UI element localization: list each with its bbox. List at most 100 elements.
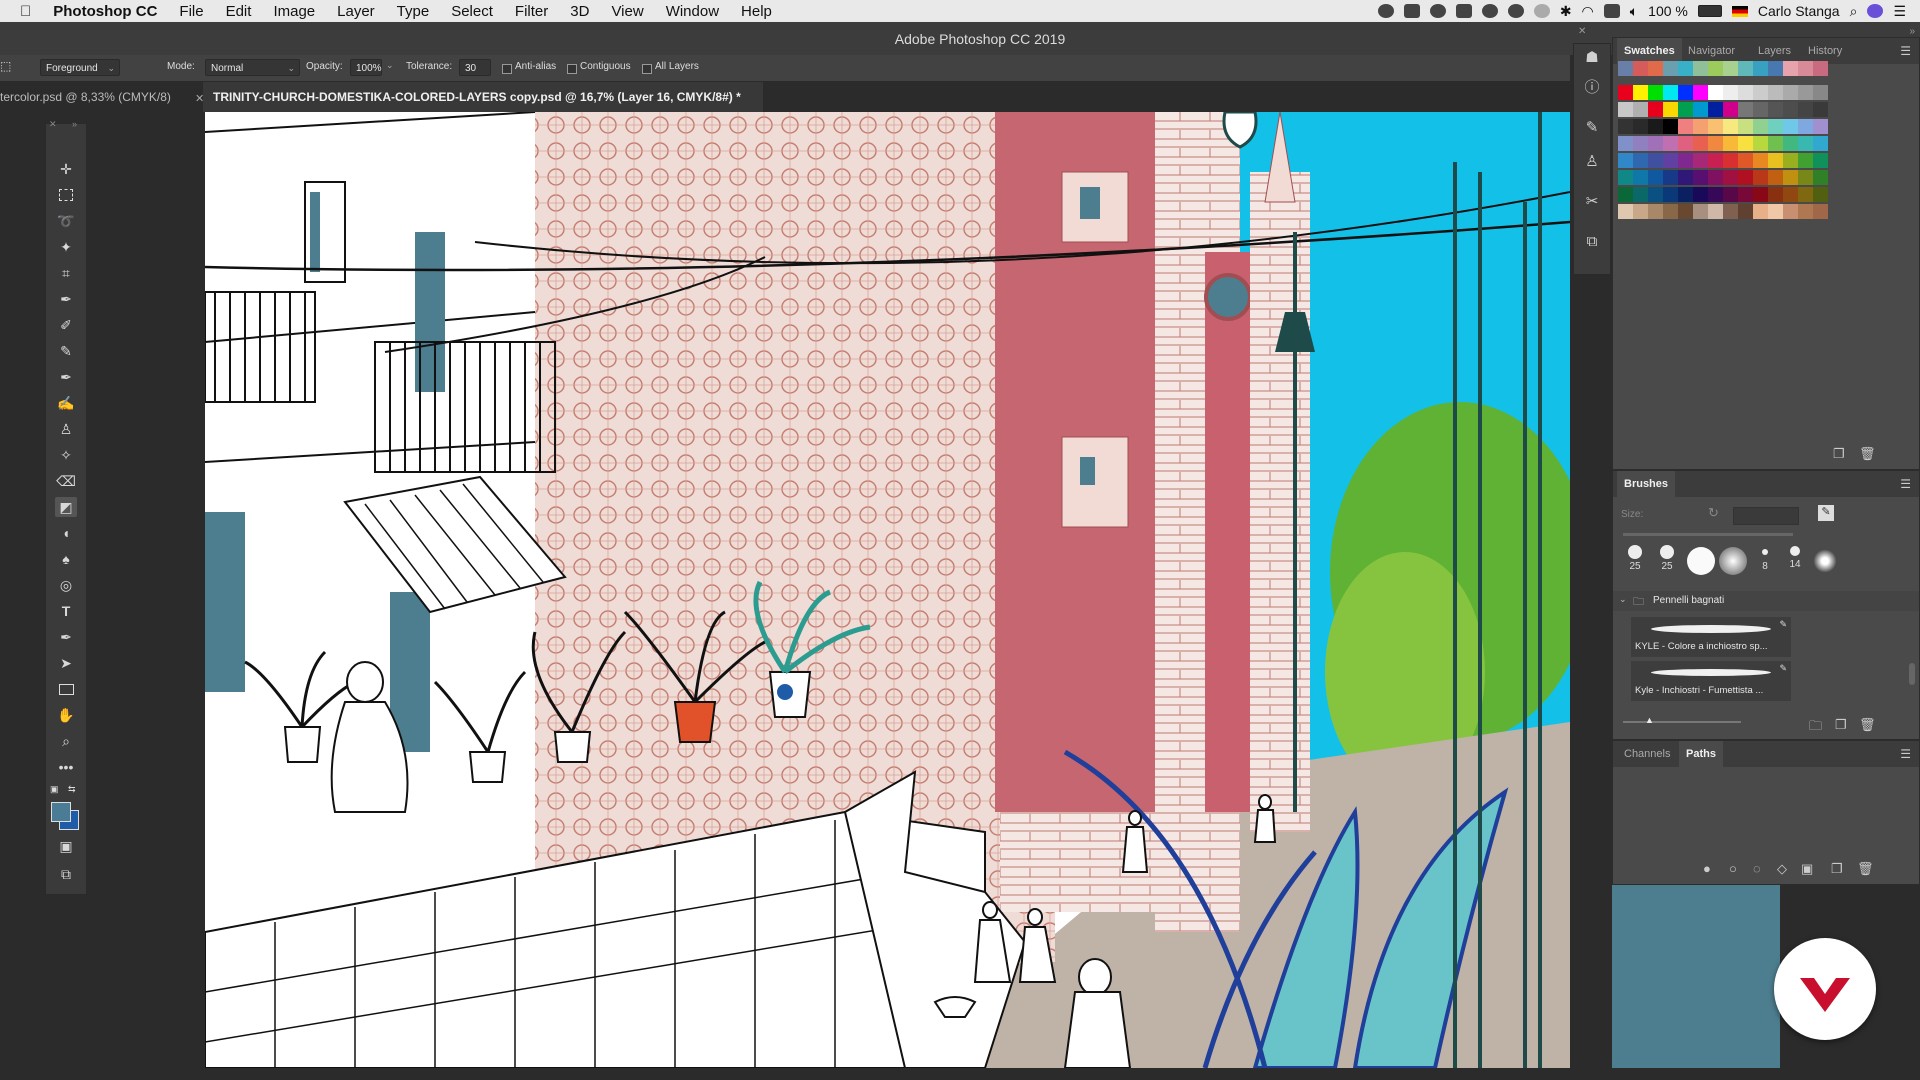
battery-icon[interactable] (1697, 5, 1722, 17)
color-swatch[interactable] (1783, 187, 1798, 202)
tolerance-input[interactable]: 30 (459, 59, 491, 76)
folder-icon[interactable]: 🗀︎ (1809, 717, 1822, 739)
eyedropper-tool-icon[interactable]: ✒ (55, 289, 77, 309)
color-swatch[interactable] (1693, 153, 1708, 168)
panel-menu-icon[interactable]: ☰ (1900, 44, 1911, 58)
color-swatch[interactable] (1723, 153, 1738, 168)
color-swatch[interactable] (1813, 85, 1828, 100)
color-swatch[interactable] (1768, 119, 1783, 134)
menu-edit[interactable]: Edit (215, 3, 263, 20)
color-swatch[interactable] (1738, 153, 1753, 168)
spotlight-icon[interactable]: ⌕ (1850, 3, 1858, 20)
menu-type[interactable]: Type (386, 3, 441, 20)
brush-edit-icon[interactable]: ✎ (1779, 619, 1787, 630)
sync-icon[interactable] (1481, 4, 1498, 18)
color-swatch[interactable] (1648, 102, 1663, 117)
brush-preset-1[interactable]: 25 (1623, 543, 1647, 572)
color-swatch[interactable] (1693, 204, 1708, 219)
menu-layer[interactable]: Layer (326, 3, 386, 20)
brush-group-row[interactable]: ⌄ 🗀︎ Pennelli bagnati (1613, 591, 1919, 611)
history-brush-tool-icon[interactable]: ✍ (55, 393, 77, 413)
contiguous-checkbox[interactable] (567, 64, 577, 74)
delete-icon[interactable]: 🗑︎ (1859, 446, 1876, 462)
brush-tool-icon[interactable]: ✎ (55, 341, 77, 361)
swap-colors-icon[interactable]: ⇆ (68, 784, 76, 795)
menu-file[interactable]: File (168, 3, 214, 20)
color-swatch[interactable] (1753, 102, 1768, 117)
color-swatch[interactable] (1753, 187, 1768, 202)
tab-brushes[interactable]: Brushes (1617, 471, 1676, 497)
menu-app-name[interactable]: Photoshop CC (42, 3, 168, 20)
color-swatch[interactable] (1708, 170, 1723, 185)
color-swatch[interactable] (1663, 85, 1678, 100)
color-swatch[interactable] (1648, 85, 1663, 100)
quick-mask-icon[interactable]: ▣ (55, 836, 77, 856)
volume-icon[interactable]: 🔈︎ (1630, 3, 1638, 20)
color-swatch[interactable] (1693, 61, 1708, 76)
color-swatch[interactable] (1708, 204, 1723, 219)
color-swatch[interactable] (1813, 102, 1828, 117)
color-swatch[interactable] (1678, 85, 1693, 100)
color-swatch[interactable] (1678, 153, 1693, 168)
sponge-tool-icon[interactable]: ◎ (55, 575, 77, 595)
color-swatch[interactable] (1813, 187, 1828, 202)
menu-help[interactable]: Help (730, 3, 783, 20)
lasso-tool-icon[interactable]: ➰ (55, 211, 77, 231)
anti-alias-checkbox[interactable] (502, 64, 512, 74)
color-swatch[interactable] (1633, 102, 1648, 117)
document-canvas[interactable] (205, 112, 1570, 1068)
brush-item-2[interactable]: Kyle - Inchiostri - Fumettista ... ✎ (1631, 661, 1791, 701)
color-swatch[interactable] (1768, 204, 1783, 219)
brush-settings-toggle-icon[interactable]: ✎ (1818, 505, 1834, 521)
color-swatch[interactable] (1693, 187, 1708, 202)
color-swatch[interactable] (1768, 187, 1783, 202)
color-swatch[interactable] (1648, 61, 1663, 76)
screen-mode-icon[interactable]: ⧉ (55, 864, 77, 884)
color-swatch[interactable] (1618, 136, 1633, 151)
color-swatch[interactable] (1693, 119, 1708, 134)
color-swatch[interactable] (1678, 61, 1693, 76)
color-swatch[interactable] (1693, 170, 1708, 185)
color-swatch[interactable] (1783, 136, 1798, 151)
info-icon[interactable]: ⓘ (1582, 78, 1602, 98)
collapse-icon[interactable]: ✕ (49, 119, 57, 130)
color-swatch[interactable] (1648, 136, 1663, 151)
color-swatch[interactable] (1798, 119, 1813, 134)
tab-paths[interactable]: Paths (1679, 741, 1723, 767)
color-swatch[interactable] (1783, 61, 1798, 76)
default-colors-icon[interactable]: ▣ (50, 784, 59, 795)
tab-watercolor[interactable]: tercolor.psd @ 8,33% (CMYK/8) (0, 82, 200, 112)
color-swatch[interactable] (1753, 85, 1768, 100)
color-swatch[interactable] (1723, 204, 1738, 219)
color-swatch[interactable] (1678, 204, 1693, 219)
color-swatch[interactable] (1648, 204, 1663, 219)
color-swatch[interactable] (1618, 102, 1633, 117)
shield-icon[interactable] (1507, 4, 1524, 18)
more-tools-icon[interactable]: ••• (55, 757, 77, 777)
color-swatch[interactable] (1738, 187, 1753, 202)
mail-icon[interactable] (1455, 4, 1472, 18)
color-swatch[interactable] (1798, 136, 1813, 151)
color-swatch[interactable] (1648, 170, 1663, 185)
color-swatch[interactable] (1798, 61, 1813, 76)
color-swatch[interactable] (1618, 170, 1633, 185)
color-swatch[interactable] (1753, 170, 1768, 185)
color-swatch[interactable] (1738, 170, 1753, 185)
color-swatch[interactable] (1663, 102, 1678, 117)
app-status-icon[interactable] (1403, 4, 1420, 18)
rectangle-tool-icon[interactable] (55, 679, 77, 699)
brush-edit-icon[interactable]: ✎ (1779, 663, 1787, 674)
brush-item-1[interactable]: KYLE - Colore a inchiostro sp... ✎ (1631, 617, 1791, 657)
menu-view[interactable]: View (600, 3, 654, 20)
color-swatch[interactable] (1708, 61, 1723, 76)
color-swatch[interactable] (1768, 153, 1783, 168)
art-history-brush-icon[interactable]: ✧ (55, 445, 77, 465)
color-swatch[interactable] (1618, 153, 1633, 168)
color-swatch[interactable] (1813, 61, 1828, 76)
color-swatch[interactable] (1618, 85, 1633, 100)
clone-stamp-tool-icon[interactable]: ✒ (55, 367, 77, 387)
color-swatch[interactable] (1663, 187, 1678, 202)
color-swatch[interactable] (1738, 85, 1753, 100)
brush-preset-3[interactable] (1687, 547, 1715, 575)
color-swatch[interactable] (1693, 102, 1708, 117)
